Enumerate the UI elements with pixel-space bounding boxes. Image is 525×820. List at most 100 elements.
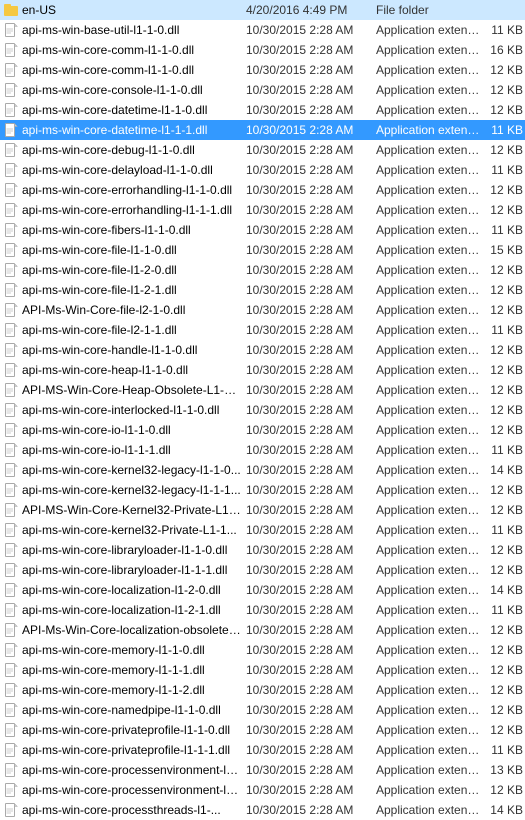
file-size: 13 KB <box>482 763 525 777</box>
file-icon <box>4 243 18 257</box>
table-row[interactable]: api-ms-win-core-memory-l1-1-2.dll10/30/2… <box>0 680 525 700</box>
file-name: api-ms-win-core-memory-l1-1-0.dll <box>22 643 242 657</box>
file-name: api-ms-win-core-libraryloader-l1-1-0.dll <box>22 543 242 557</box>
file-type: Application extens... <box>372 183 482 197</box>
table-row[interactable]: api-ms-win-core-processenvironment-l1-..… <box>0 760 525 780</box>
file-icon <box>4 143 18 157</box>
file-name: api-ms-win-core-localization-l1-2-0.dll <box>22 583 242 597</box>
file-date: 10/30/2015 2:28 AM <box>242 543 372 557</box>
file-type: Application extens... <box>372 283 482 297</box>
file-name: api-ms-win-core-fibers-l1-1-0.dll <box>22 223 242 237</box>
table-row[interactable]: api-ms-win-core-fibers-l1-1-0.dll10/30/2… <box>0 220 525 240</box>
file-date: 10/30/2015 2:28 AM <box>242 323 372 337</box>
table-row[interactable]: api-ms-win-core-kernel32-legacy-l1-1-1..… <box>0 480 525 500</box>
file-icon <box>4 123 18 137</box>
file-type: Application extens... <box>372 623 482 637</box>
file-icon <box>4 203 18 217</box>
file-type: Application extens... <box>372 443 482 457</box>
file-date: 10/30/2015 2:28 AM <box>242 763 372 777</box>
file-date: 10/30/2015 2:28 AM <box>242 423 372 437</box>
table-row[interactable]: api-ms-win-core-datetime-l1-1-0.dll10/30… <box>0 100 525 120</box>
table-row[interactable]: api-ms-win-core-handle-l1-1-0.dll10/30/2… <box>0 340 525 360</box>
file-icon <box>4 683 18 697</box>
file-date: 10/30/2015 2:28 AM <box>242 663 372 677</box>
file-size: 14 KB <box>482 803 525 817</box>
file-type: Application extens... <box>372 403 482 417</box>
table-row[interactable]: api-ms-win-core-io-l1-1-1.dll10/30/2015 … <box>0 440 525 460</box>
table-row[interactable]: api-ms-win-core-io-l1-1-0.dll10/30/2015 … <box>0 420 525 440</box>
table-row[interactable]: en-US4/20/2016 4:49 PMFile folder <box>0 0 525 20</box>
table-row[interactable]: api-ms-win-core-memory-l1-1-0.dll10/30/2… <box>0 640 525 660</box>
table-row[interactable]: api-ms-win-core-localization-l1-2-0.dll1… <box>0 580 525 600</box>
file-type: Application extens... <box>372 423 482 437</box>
file-icon <box>4 643 18 657</box>
file-name: API-MS-Win-Core-Heap-Obsolete-L1-1-... <box>22 383 242 397</box>
table-row[interactable]: api-ms-win-core-privateprofile-l1-1-1.dl… <box>0 740 525 760</box>
file-name: api-ms-win-core-console-l1-1-0.dll <box>22 83 242 97</box>
table-row[interactable]: api-ms-win-core-processthreads-l1-...10/… <box>0 800 525 820</box>
file-list: en-US4/20/2016 4:49 PMFile folder api-ms… <box>0 0 525 820</box>
file-date: 10/30/2015 2:28 AM <box>242 783 372 797</box>
table-row[interactable]: api-ms-win-core-file-l1-2-0.dll10/30/201… <box>0 260 525 280</box>
table-row[interactable]: api-ms-win-core-console-l1-1-0.dll10/30/… <box>0 80 525 100</box>
file-type: Application extens... <box>372 803 482 817</box>
file-icon <box>4 543 18 557</box>
table-row[interactable]: api-ms-win-core-localization-l1-2-1.dll1… <box>0 600 525 620</box>
table-row[interactable]: API-Ms-Win-Core-localization-obsolete-l.… <box>0 620 525 640</box>
file-icon <box>4 163 18 177</box>
table-row[interactable]: api-ms-win-base-util-l1-1-0.dll10/30/201… <box>0 20 525 40</box>
file-icon <box>4 83 18 97</box>
file-name: api-ms-win-core-processenvironment-l1-..… <box>22 783 242 797</box>
table-row[interactable]: api-ms-win-core-file-l2-1-1.dll10/30/201… <box>0 320 525 340</box>
table-row[interactable]: api-ms-win-core-comm-l1-1-0.dll10/30/201… <box>0 60 525 80</box>
file-date: 10/30/2015 2:28 AM <box>242 263 372 277</box>
file-icon <box>4 403 18 417</box>
table-row[interactable]: api-ms-win-core-libraryloader-l1-1-0.dll… <box>0 540 525 560</box>
file-name: api-ms-win-core-datetime-l1-1-1.dll <box>22 123 242 137</box>
table-row[interactable]: api-ms-win-core-errorhandling-l1-1-0.dll… <box>0 180 525 200</box>
file-type: Application extens... <box>372 383 482 397</box>
table-row[interactable]: api-ms-win-core-memory-l1-1-1.dll10/30/2… <box>0 660 525 680</box>
table-row[interactable]: api-ms-win-core-datetime-l1-1-1.dll10/30… <box>0 120 525 140</box>
file-size: 12 KB <box>482 383 525 397</box>
table-row[interactable]: api-ms-win-core-namedpipe-l1-1-0.dll10/3… <box>0 700 525 720</box>
table-row[interactable]: api-ms-win-core-file-l1-1-0.dll10/30/201… <box>0 240 525 260</box>
table-row[interactable]: API-Ms-Win-Core-file-l2-1-0.dll10/30/201… <box>0 300 525 320</box>
table-row[interactable]: API-MS-Win-Core-Heap-Obsolete-L1-1-...10… <box>0 380 525 400</box>
file-type: Application extens... <box>372 23 482 37</box>
file-date: 10/30/2015 2:28 AM <box>242 143 372 157</box>
table-row[interactable]: api-ms-win-core-comm-l1-1-0.dll10/30/201… <box>0 40 525 60</box>
table-row[interactable]: api-ms-win-core-errorhandling-l1-1-1.dll… <box>0 200 525 220</box>
file-size: 11 KB <box>482 23 525 37</box>
table-row[interactable]: api-ms-win-core-libraryloader-l1-1-1.dll… <box>0 560 525 580</box>
table-row[interactable]: api-ms-win-core-debug-l1-1-0.dll10/30/20… <box>0 140 525 160</box>
table-row[interactable]: api-ms-win-core-file-l1-2-1.dll10/30/201… <box>0 280 525 300</box>
file-type: Application extens... <box>372 643 482 657</box>
file-name: API-MS-Win-Core-Kernel32-Private-L1-1... <box>22 503 242 517</box>
file-type: Application extens... <box>372 323 482 337</box>
table-row[interactable]: API-MS-Win-Core-Kernel32-Private-L1-1...… <box>0 500 525 520</box>
table-row[interactable]: api-ms-win-core-delayload-l1-1-0.dll10/3… <box>0 160 525 180</box>
file-date: 10/30/2015 2:28 AM <box>242 363 372 377</box>
file-name: api-ms-win-core-processthreads-l1-... <box>22 803 242 817</box>
file-name: api-ms-win-core-processenvironment-l1-..… <box>22 763 242 777</box>
file-size: 12 KB <box>482 423 525 437</box>
table-row[interactable]: api-ms-win-core-processenvironment-l1-..… <box>0 780 525 800</box>
file-icon <box>4 283 18 297</box>
table-row[interactable]: api-ms-win-core-privateprofile-l1-1-0.dl… <box>0 720 525 740</box>
file-name: api-ms-win-core-kernel32-legacy-l1-1-0..… <box>22 463 242 477</box>
table-row[interactable]: api-ms-win-core-heap-l1-1-0.dll10/30/201… <box>0 360 525 380</box>
file-date: 10/30/2015 2:28 AM <box>242 243 372 257</box>
file-date: 10/30/2015 2:28 AM <box>242 583 372 597</box>
file-type: Application extens... <box>372 163 482 177</box>
file-icon <box>4 663 18 677</box>
file-name: api-ms-win-core-handle-l1-1-0.dll <box>22 343 242 357</box>
table-row[interactable]: api-ms-win-core-kernel32-Private-L1-1...… <box>0 520 525 540</box>
table-row[interactable]: api-ms-win-core-interlocked-l1-1-0.dll10… <box>0 400 525 420</box>
file-icon <box>4 563 18 577</box>
file-name: api-ms-win-core-interlocked-l1-1-0.dll <box>22 403 242 417</box>
table-row[interactable]: api-ms-win-core-kernel32-legacy-l1-1-0..… <box>0 460 525 480</box>
file-icon <box>4 583 18 597</box>
file-size: 12 KB <box>482 203 525 217</box>
file-name: api-ms-win-core-privateprofile-l1-1-1.dl… <box>22 743 242 757</box>
